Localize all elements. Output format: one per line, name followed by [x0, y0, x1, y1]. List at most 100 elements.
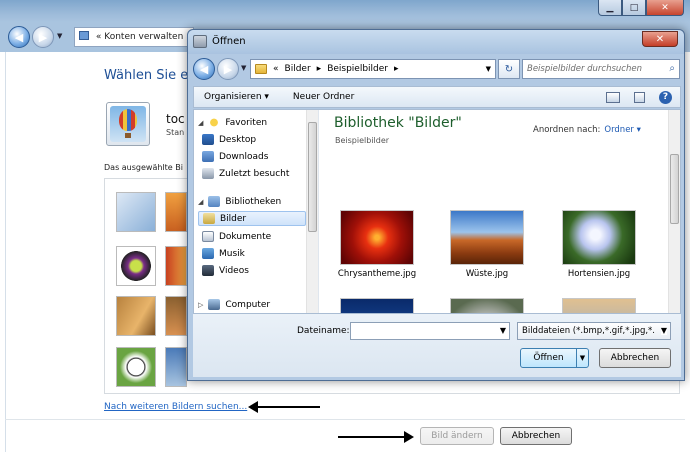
- history-chevron-icon[interactable]: ▼: [241, 64, 246, 72]
- computer-icon: [208, 299, 221, 310]
- view-options-icon[interactable]: [606, 91, 620, 103]
- breadcrumb-separator-icon[interactable]: ▸: [394, 64, 399, 74]
- nav-computer[interactable]: ▷ Computer: [198, 299, 270, 310]
- refresh-icon[interactable]: ↻: [498, 59, 520, 79]
- nav-videos[interactable]: Videos: [202, 265, 249, 276]
- nav-pictures[interactable]: Bilder: [198, 211, 306, 226]
- history-chevron-icon[interactable]: ▼: [57, 32, 62, 40]
- picture-tile[interactable]: [116, 347, 156, 387]
- change-picture-button[interactable]: Bild ändern: [420, 427, 494, 445]
- picture-tile[interactable]: [165, 246, 187, 286]
- desktop-icon: [202, 134, 214, 145]
- control-panel-icon: [79, 31, 89, 40]
- open-button-label: Öffnen: [533, 353, 564, 363]
- nav-label: Musik: [219, 248, 245, 259]
- user-name: toc: [166, 112, 185, 126]
- picture-tile[interactable]: [116, 296, 156, 336]
- filetype-dropdown-icon[interactable]: ▼: [660, 326, 667, 335]
- picture-caption: Das ausgewählte Bi: [104, 163, 183, 172]
- breadcrumb-beispielbilder[interactable]: Beispielbilder: [327, 64, 388, 74]
- back-icon[interactable]: ◀: [8, 26, 30, 48]
- nav-scrollbar[interactable]: [306, 110, 318, 313]
- dialog-close-icon[interactable]: ✕: [642, 31, 678, 47]
- address-text: Konten verwalten: [104, 32, 184, 42]
- file-name[interactable]: Hortensien.jpg: [554, 268, 644, 281]
- arrange-by[interactable]: Anordnen nach: Ordner ▾: [533, 125, 641, 135]
- open-button[interactable]: Öffnen ▼: [520, 348, 589, 368]
- breadcrumb-bilder[interactable]: Bilder: [285, 64, 311, 74]
- picture-tile[interactable]: [116, 246, 156, 286]
- nav-libraries[interactable]: ◢ Bibliotheken: [198, 196, 281, 207]
- downloads-icon: [202, 151, 214, 162]
- filename-input[interactable]: ▼: [350, 322, 510, 340]
- filetype-value: Bilddateien (*.bmp,*.gif,*.jpg,*.: [522, 326, 655, 336]
- picture-tile[interactable]: [165, 296, 187, 336]
- forward-icon[interactable]: ▶: [217, 58, 239, 80]
- file-list-scrollbar[interactable]: [668, 110, 680, 313]
- picture-tile[interactable]: [116, 192, 156, 232]
- file-name[interactable]: Chrysantheme.jpg: [332, 268, 422, 281]
- nav-label: Zuletzt besucht: [219, 168, 290, 179]
- dialog-cancel-button[interactable]: Abbrechen: [599, 348, 671, 368]
- nav-label: Bilder: [220, 213, 247, 224]
- filetype-select[interactable]: Bilddateien (*.bmp,*.gif,*.jpg,*. ▼: [517, 322, 671, 340]
- cancel-button[interactable]: Abbrechen: [500, 427, 572, 445]
- dialog-titlebar: Öffnen ✕: [188, 30, 684, 54]
- search-input[interactable]: Beispielbilder durchsuchen ⌕: [522, 59, 680, 79]
- videos-icon: [202, 265, 214, 276]
- page-title: Wählen Sie ein: [104, 68, 201, 83]
- arrow-left-icon: [248, 401, 320, 413]
- nav-label: Bibliotheken: [225, 196, 282, 207]
- dialog-navigation: ◀ ▶ ▼ « Bilder ▸ Beispielbilder ▸ ▼ ↻ Be…: [188, 56, 684, 82]
- nav-documents[interactable]: Dokumente: [202, 231, 271, 242]
- expand-icon: ◢: [198, 118, 204, 127]
- file-thumbnail-chrysanthemum[interactable]: [340, 210, 414, 265]
- file-thumbnail[interactable]: [562, 298, 636, 313]
- file-thumbnail-hydrangeas[interactable]: [562, 210, 636, 265]
- back-icon[interactable]: ◀: [193, 58, 215, 80]
- nav-downloads[interactable]: Downloads: [202, 151, 268, 162]
- file-thumbnail[interactable]: [450, 298, 524, 313]
- expand-icon: ▷: [198, 300, 204, 309]
- nav-music[interactable]: Musik: [202, 248, 245, 259]
- nav-desktop[interactable]: Desktop: [202, 134, 256, 145]
- new-folder-button[interactable]: Neuer Ordner: [283, 92, 364, 102]
- file-thumbnail-desert[interactable]: [450, 210, 524, 265]
- browse-more-pictures-link[interactable]: Nach weiteren Bildern suchen...: [104, 402, 247, 412]
- user-type: Stan: [166, 128, 185, 137]
- file-thumbnail[interactable]: [340, 298, 414, 313]
- open-split-arrow-icon[interactable]: ▼: [576, 349, 588, 367]
- picture-tile[interactable]: [165, 192, 187, 232]
- file-name[interactable]: Wüste.jpg: [442, 268, 532, 281]
- help-icon[interactable]: ?: [659, 90, 672, 104]
- address-bar[interactable]: « Bilder ▸ Beispielbilder ▸ ▼: [250, 59, 496, 79]
- picture-tile[interactable]: [165, 347, 187, 387]
- folder-icon: [255, 64, 267, 74]
- close-icon[interactable]: ✕: [646, 0, 684, 16]
- maximize-icon[interactable]: □: [622, 0, 646, 16]
- breadcrumb-separator-icon[interactable]: ▸: [317, 64, 322, 74]
- footer-divider: [5, 419, 685, 420]
- navigation-pane: ◢ Favoriten Desktop Downloads Zuletzt be…: [194, 110, 319, 313]
- arrange-dropdown[interactable]: Ordner ▾: [604, 125, 641, 135]
- nav-favorites[interactable]: ◢ Favoriten: [198, 117, 267, 128]
- nav-recent[interactable]: Zuletzt besucht: [202, 168, 289, 179]
- arrow-right-icon: [338, 431, 414, 443]
- recent-places-icon: [202, 168, 214, 179]
- search-icon[interactable]: ⌕: [669, 63, 675, 74]
- dialog-app-icon: [193, 35, 207, 48]
- dialog-footer: Dateiname: ▼ Bilddateien (*.bmp,*.gif,*.…: [193, 314, 681, 377]
- forward-icon[interactable]: ▶: [32, 26, 54, 48]
- preview-pane-icon[interactable]: [634, 91, 645, 103]
- filename-dropdown-icon[interactable]: ▼: [500, 326, 506, 335]
- music-icon: [202, 248, 214, 259]
- address-bar[interactable]: « Konten verwalten: [74, 27, 194, 47]
- minimize-icon[interactable]: ▁: [598, 0, 622, 16]
- arrange-label: Anordnen nach:: [533, 125, 601, 135]
- organize-button[interactable]: Organisieren ▾: [194, 92, 279, 102]
- libraries-icon: [208, 196, 221, 207]
- nav-label: Desktop: [219, 134, 257, 145]
- library-title: Bibliothek "Bilder": [334, 115, 462, 131]
- breadcrumb-chevron-icon: «: [95, 32, 102, 42]
- address-dropdown-icon[interactable]: ▼: [486, 65, 491, 73]
